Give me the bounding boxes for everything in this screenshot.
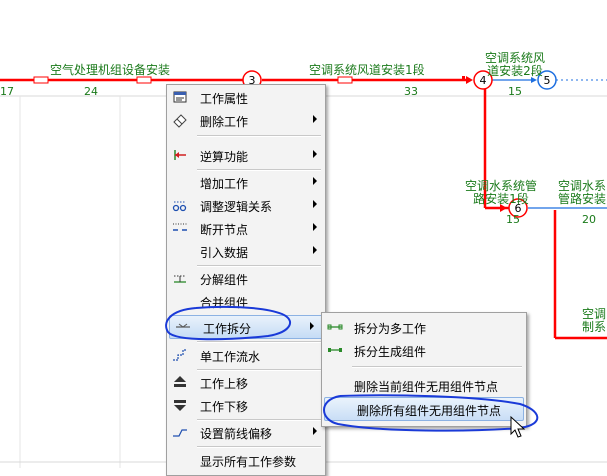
submenu-arrow-icon: [313, 246, 317, 254]
menu-item-reverse-calc[interactable]: 逆算功能: [167, 144, 325, 166]
activity-duration: 17: [0, 85, 14, 98]
menu-item-arrow-offset[interactable]: 设置箭线偏移: [167, 421, 325, 443]
eraser-icon: [173, 114, 187, 128]
activity-name-line: 道安装2段: [487, 64, 543, 78]
activity-marker: [136, 76, 152, 84]
submenu-arrow-icon: [313, 115, 317, 123]
activity-duration: 15: [508, 85, 522, 98]
menu-item-label: 工作拆分: [203, 322, 252, 336]
activity-name[interactable]: 空调水系 管路安装: [558, 180, 606, 206]
menu-item-move-down[interactable]: 工作下移: [167, 394, 325, 416]
menu-item-label: 单工作流水: [200, 350, 261, 364]
menu-item-label: 逆算功能: [200, 150, 249, 164]
menu-item-move-up[interactable]: 工作上移: [167, 371, 325, 393]
menu-item-import-data[interactable]: 引入数据: [167, 240, 325, 262]
menu-item-properties[interactable]: 工作属性: [167, 86, 325, 108]
menu-item-label: 分解组件: [200, 273, 249, 287]
properties-icon: [173, 91, 187, 103]
menu-item-adjust-logic[interactable]: 调整逻辑关系: [167, 194, 325, 216]
activity-name-line: 路安装1段: [473, 192, 529, 206]
break-node-icon: [173, 223, 187, 231]
menu-item-label: 调整逻辑关系: [200, 200, 273, 214]
split-multi-icon: [327, 324, 343, 330]
move-up-icon: [174, 376, 186, 387]
menu-item-label: 工作上移: [200, 377, 249, 391]
menu-item-delete-work[interactable]: 删除工作: [167, 109, 325, 131]
menu-separator: [197, 341, 321, 343]
menu-separator: [352, 366, 522, 368]
decompose-icon: [174, 275, 186, 283]
context-menu: 工作属性 删除工作 逆算功能 增加工作 调整逻辑关系 断开节点 引入数据 分解组…: [166, 84, 326, 476]
submenu-item-delete-current-nodes[interactable]: 删除当前组件无用组件节点: [322, 374, 526, 396]
menu-item-single-flow[interactable]: 单工作流水: [167, 344, 325, 366]
menu-item-add-work[interactable]: 增加工作: [167, 171, 325, 193]
menu-item-label: 引入数据: [200, 246, 249, 260]
activity-duration: 20: [582, 213, 596, 226]
submenu-arrow-icon: [313, 177, 317, 185]
logic-relation-icon: [172, 201, 187, 212]
menu-item-break-node[interactable]: 断开节点: [167, 217, 325, 239]
menu-item-label: 合并组件: [200, 296, 249, 310]
submenu-item-split-multi[interactable]: 拆分为多工作: [322, 316, 526, 338]
move-down-icon: [174, 400, 186, 411]
activity-duration: 15: [506, 213, 520, 226]
arrow-offset-icon: [173, 429, 187, 437]
activity-marker: [337, 76, 353, 84]
menu-item-label: 工作属性: [200, 92, 249, 106]
submenu-arrow-icon: [313, 223, 317, 231]
menu-item-label: 设置箭线偏移: [200, 427, 273, 441]
menu-item-label: 删除工作: [200, 115, 249, 129]
activity-marker: [33, 76, 49, 84]
activity-name[interactable]: 空气处理机组设备安装: [50, 64, 170, 77]
submenu-item-split-component[interactable]: 拆分生成组件: [322, 339, 526, 361]
menu-item-label: 工作下移: [200, 400, 249, 414]
menu-item-label: 拆分为多工作: [354, 322, 427, 336]
activity-name-line: 管路安装: [558, 192, 607, 206]
split-component-icon: [328, 348, 342, 352]
submenu-item-delete-all-nodes[interactable]: 删除所有组件无用组件节点: [324, 397, 524, 421]
marker-dot: [462, 76, 465, 79]
menu-item-label: 删除所有组件无用组件节点: [357, 404, 502, 418]
arrow-head: [466, 76, 473, 84]
submenu-split: 拆分为多工作 拆分生成组件 删除当前组件无用组件节点 删除所有组件无用组件节点: [321, 312, 527, 427]
menu-item-label: 断开节点: [200, 223, 249, 237]
reverse-calc-icon: [174, 150, 186, 160]
menu-item-label: 增加工作: [200, 177, 249, 191]
activity-name-line: 制系: [582, 320, 607, 334]
menu-item-label: 删除当前组件无用组件节点: [354, 380, 499, 394]
activity-duration: 33: [404, 85, 418, 98]
menu-item-label: 显示所有工作参数: [200, 455, 297, 469]
menu-item-decompose[interactable]: 分解组件: [167, 267, 325, 289]
activity-name[interactable]: 空调系统风道安装1段: [309, 64, 425, 77]
submenu-arrow-icon: [313, 200, 317, 208]
menu-item-split-work[interactable]: 工作拆分: [169, 315, 323, 339]
submenu-arrow-icon: [313, 427, 317, 435]
menu-item-label: 拆分生成组件: [354, 345, 427, 359]
split-icon: [176, 323, 190, 328]
activity-name[interactable]: 空调系统风 道安装2段: [484, 52, 546, 78]
menu-separator: [197, 135, 321, 137]
submenu-arrow-icon: [313, 150, 317, 158]
activity-name[interactable]: 空调水系统管 路安装1段: [462, 180, 540, 206]
submenu-arrow-icon: [310, 322, 314, 330]
menu-separator: [197, 446, 321, 448]
menu-item-merge[interactable]: 合并组件: [167, 290, 325, 312]
flow-icon: [173, 349, 187, 361]
activity-name[interactable]: 空调 制系: [582, 308, 606, 334]
activity-duration: 24: [84, 85, 98, 98]
